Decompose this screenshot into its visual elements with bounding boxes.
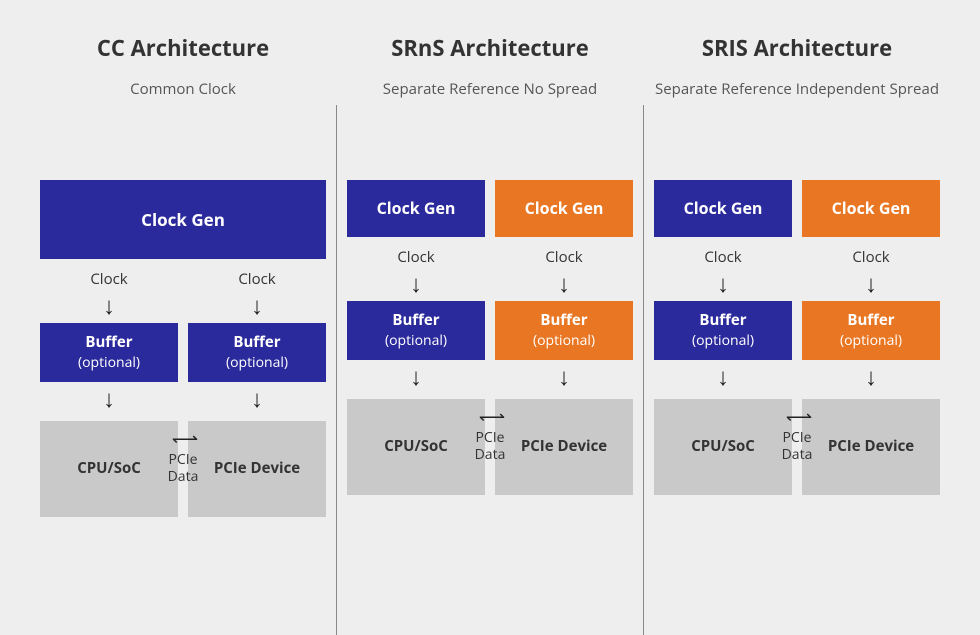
pcie-data-part2: Data bbox=[168, 469, 199, 486]
buffer-label: Buffer bbox=[85, 332, 132, 352]
endpoint-row: CPU/SoC ↽⇀ PCIe Data PCIe Device bbox=[347, 399, 633, 495]
pcie-connection: ↽⇀ PCIe Data bbox=[782, 407, 813, 464]
clock-label: Clock bbox=[704, 247, 741, 267]
clock-gen-box-right: Clock Gen bbox=[495, 180, 633, 237]
col-subtitle: Separate Reference Independent Spread bbox=[655, 80, 939, 120]
optional-label: (optional) bbox=[840, 331, 902, 350]
clock-label: Clock bbox=[545, 247, 582, 267]
clock-path-row: Clock ↓ Buffer (optional) ↓ Clock ↓ Buff… bbox=[654, 237, 940, 395]
pcie-device-box: PCIe Device bbox=[495, 399, 633, 495]
arrow-down-icon: ↓ bbox=[410, 364, 422, 390]
arrow-down-icon: ↓ bbox=[103, 386, 115, 412]
clock-gen-box-left: Clock Gen bbox=[654, 180, 792, 237]
cpu-soc-box: CPU/SoC bbox=[347, 399, 485, 495]
col-subtitle: Common Clock bbox=[130, 80, 236, 120]
bidirectional-arrow-icon: ↽⇀ bbox=[786, 407, 808, 429]
arrow-down-icon: ↓ bbox=[717, 271, 729, 297]
buffer-label: Buffer bbox=[699, 310, 746, 330]
clock-path-row: Clock ↓ Buffer (optional) ↓ Clock ↓ Buff… bbox=[347, 237, 633, 395]
pcie-connection: ↽⇀ PCIe Data bbox=[475, 407, 506, 464]
column-sris: SRIS Architecture Separate Reference Ind… bbox=[644, 20, 950, 611]
pcie-data-part2: Data bbox=[782, 447, 813, 464]
buffer-box: Buffer (optional) bbox=[495, 301, 633, 360]
path-left: Clock ↓ Buffer (optional) ↓ bbox=[654, 237, 792, 395]
pcie-connection: ↽⇀ PCIe Data bbox=[168, 429, 199, 486]
arrow-down-icon: ↓ bbox=[865, 271, 877, 297]
clock-gen-box: Clock Gen bbox=[40, 180, 326, 259]
column-srns: SRnS Architecture Separate Reference No … bbox=[337, 20, 643, 611]
buffer-label: Buffer bbox=[847, 310, 894, 330]
optional-label: (optional) bbox=[533, 331, 595, 350]
pcie-device-box: PCIe Device bbox=[188, 421, 326, 517]
buffer-box: Buffer (optional) bbox=[188, 323, 326, 382]
buffer-label: Buffer bbox=[392, 310, 439, 330]
arrow-down-icon: ↓ bbox=[717, 364, 729, 390]
arrow-down-icon: ↓ bbox=[410, 271, 422, 297]
cpu-soc-box: CPU/SoC bbox=[40, 421, 178, 517]
optional-label: (optional) bbox=[78, 353, 140, 372]
endpoint-row: CPU/SoC ↽⇀ PCIe Data PCIe Device bbox=[40, 421, 326, 517]
cpu-soc-box: CPU/SoC bbox=[654, 399, 792, 495]
bidirectional-arrow-icon: ↽⇀ bbox=[479, 407, 501, 429]
clock-label: Clock bbox=[397, 247, 434, 267]
path-left: Clock ↓ Buffer (optional) ↓ bbox=[40, 259, 178, 417]
pcie-data-part2: Data bbox=[475, 447, 506, 464]
buffer-box: Buffer (optional) bbox=[347, 301, 485, 360]
optional-label: (optional) bbox=[226, 353, 288, 372]
bidirectional-arrow-icon: ↽⇀ bbox=[172, 429, 194, 451]
clock-gen-row: Clock Gen bbox=[40, 180, 326, 259]
column-cc: CC Architecture Common Clock Clock Gen C… bbox=[30, 20, 336, 611]
path-right: Clock ↓ Buffer (optional) ↓ bbox=[802, 237, 940, 395]
clock-gen-row: Clock Gen Clock Gen bbox=[347, 180, 633, 237]
optional-label: (optional) bbox=[385, 331, 447, 350]
clock-gen-box-left: Clock Gen bbox=[347, 180, 485, 237]
clock-gen-row: Clock Gen Clock Gen bbox=[654, 180, 940, 237]
path-left: Clock ↓ Buffer (optional) ↓ bbox=[347, 237, 485, 395]
col-subtitle: Separate Reference No Spread bbox=[383, 80, 597, 120]
clock-label: Clock bbox=[852, 247, 889, 267]
path-right: Clock ↓ Buffer (optional) ↓ bbox=[188, 259, 326, 417]
buffer-box: Buffer (optional) bbox=[40, 323, 178, 382]
endpoint-row: CPU/SoC ↽⇀ PCIe Data PCIe Device bbox=[654, 399, 940, 495]
buffer-box: Buffer (optional) bbox=[654, 301, 792, 360]
buffer-label: Buffer bbox=[233, 332, 280, 352]
clock-path-row: Clock ↓ Buffer (optional) ↓ Clock ↓ Buff… bbox=[40, 259, 326, 417]
clock-gen-box-right: Clock Gen bbox=[802, 180, 940, 237]
arrow-down-icon: ↓ bbox=[558, 364, 570, 390]
pcie-device-box: PCIe Device bbox=[802, 399, 940, 495]
arrow-down-icon: ↓ bbox=[558, 271, 570, 297]
clock-label: Clock bbox=[90, 269, 127, 289]
col-title: SRIS Architecture bbox=[702, 20, 892, 76]
diagram-container: CC Architecture Common Clock Clock Gen C… bbox=[0, 0, 980, 631]
arrow-down-icon: ↓ bbox=[251, 386, 263, 412]
arrow-down-icon: ↓ bbox=[103, 293, 115, 319]
path-right: Clock ↓ Buffer (optional) ↓ bbox=[495, 237, 633, 395]
col-title: SRnS Architecture bbox=[391, 20, 588, 76]
buffer-box: Buffer (optional) bbox=[802, 301, 940, 360]
arrow-down-icon: ↓ bbox=[865, 364, 877, 390]
buffer-label: Buffer bbox=[540, 310, 587, 330]
clock-label: Clock bbox=[238, 269, 275, 289]
col-title: CC Architecture bbox=[97, 20, 269, 76]
arrow-down-icon: ↓ bbox=[251, 293, 263, 319]
optional-label: (optional) bbox=[692, 331, 754, 350]
